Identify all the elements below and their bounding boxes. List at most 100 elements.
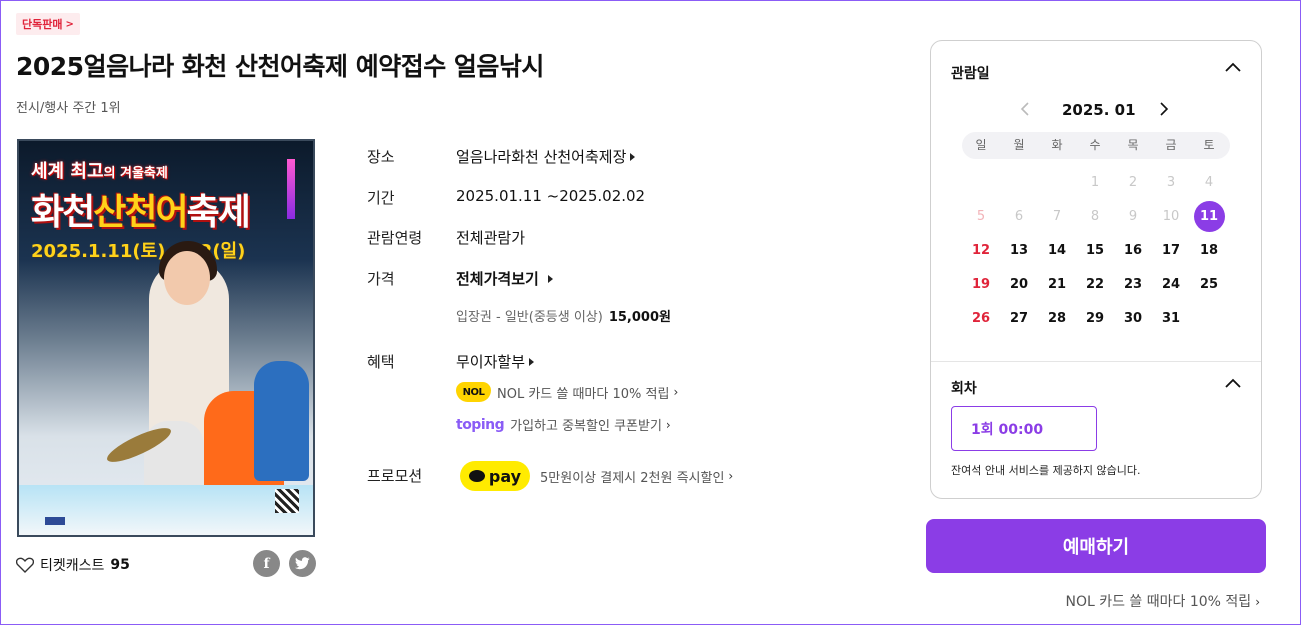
- weekday-header: 일 월 화 수 목 금 토: [962, 132, 1230, 159]
- calendar-day-label: 16: [1123, 242, 1143, 258]
- calendar-week-row: 1 2 3 4: [962, 165, 1230, 199]
- chevron-right-icon: [1160, 102, 1169, 116]
- calendar-day-22[interactable]: 22: [1076, 267, 1114, 301]
- poster-qr-code: [275, 489, 299, 513]
- nol-footer-text: NOL 카드 쓸 때마다 10% 적립: [1065, 594, 1252, 610]
- weekday-wed: 수: [1089, 138, 1101, 152]
- calendar-empty-cell: [1190, 301, 1228, 335]
- toping-logo-icon: toping: [456, 416, 505, 433]
- poster-logo: [45, 517, 65, 525]
- age-value: 전체관람가: [456, 229, 526, 247]
- nol-card-footer-link[interactable]: NOL 카드 쓸 때마다 10% 적립 ›: [1065, 591, 1260, 611]
- calendar-day-12[interactable]: 12: [962, 233, 1000, 267]
- period-value: 2025.01.11 ~2025.02.02: [456, 187, 646, 205]
- calendar-day-label: 4: [1204, 174, 1214, 190]
- kakaopay-promotion[interactable]: pay 5만원이상 결제시 2천원 즉시할인 ›: [460, 461, 733, 491]
- poster-ice: [19, 485, 313, 535]
- nol-logo-icon: NOL: [456, 382, 491, 402]
- calendar-day-4: 4: [1190, 165, 1228, 199]
- price-item: 입장권 - 일반(중등생 이상) 15,000원: [456, 306, 671, 325]
- section-divider: [931, 361, 1261, 362]
- price-label: 가격: [367, 270, 395, 288]
- collapse-date-button[interactable]: [1224, 61, 1242, 77]
- calendar-day-label: 1: [1090, 174, 1100, 190]
- calendar-day-label: 23: [1123, 276, 1143, 292]
- calendar-day-3: 3: [1152, 165, 1190, 199]
- calendar-day-28[interactable]: 28: [1038, 301, 1076, 335]
- age-label: 관람연령: [367, 229, 423, 247]
- calendar-day-16[interactable]: 16: [1114, 233, 1152, 267]
- price-all-link[interactable]: 전체가격보기: [456, 268, 553, 289]
- calendar-day-label: 7: [1052, 208, 1062, 224]
- like-count: 95: [110, 557, 130, 573]
- calendar-day-17[interactable]: 17: [1152, 233, 1190, 267]
- session-option-1[interactable]: 1회 00:00: [951, 406, 1097, 451]
- triangle-right-icon: [630, 152, 636, 161]
- book-button[interactable]: 예매하기: [926, 519, 1266, 573]
- chevron-left-icon: [1020, 102, 1029, 116]
- promotion-text: 5만원이상 결제시 2천원 즉시할인: [540, 470, 725, 486]
- venue-value: 얼음나라화천 산천어축제장: [456, 148, 627, 166]
- prev-month-button[interactable]: [1019, 101, 1031, 121]
- calendar-week-row: 12 13 14 15 16 17 18: [962, 233, 1230, 267]
- session-section-title: 회차: [951, 381, 977, 397]
- toping-benefit[interactable]: toping 가입하고 중복할인 쿠폰받기 ›: [456, 415, 671, 435]
- heart-icon: [16, 557, 34, 573]
- ranking-subtitle: 전시/행사 주간 1위: [16, 101, 121, 116]
- calendar-day-label: 8: [1090, 208, 1100, 224]
- exclusive-tag[interactable]: 단독판매 >: [16, 13, 80, 35]
- calendar-day-label: 28: [1047, 310, 1067, 326]
- calendar-day-label: 24: [1161, 276, 1181, 292]
- calendar-day-label: 22: [1085, 276, 1105, 292]
- chevron-right-icon: ›: [1255, 595, 1260, 609]
- collapse-session-button[interactable]: [1224, 377, 1242, 393]
- kakaopay-logo-icon: pay: [460, 461, 530, 491]
- facebook-share-icon[interactable]: f: [253, 550, 280, 577]
- calendar-empty-cell: [1038, 165, 1076, 199]
- calendar-day-2: 2: [1114, 165, 1152, 199]
- date-section-title: 관람일: [951, 66, 990, 82]
- calendar-day-11[interactable]: 11: [1190, 199, 1228, 233]
- calendar-day-30[interactable]: 30: [1114, 301, 1152, 335]
- calendar-day-21[interactable]: 21: [1038, 267, 1076, 301]
- installment-link[interactable]: 무이자할부: [456, 351, 535, 372]
- calendar-day-15[interactable]: 15: [1076, 233, 1114, 267]
- calendar-day-20[interactable]: 20: [1000, 267, 1038, 301]
- weekday-mon: 월: [1013, 138, 1025, 152]
- like-button[interactable]: 티켓캐스트 95: [16, 555, 130, 575]
- calendar-day-18[interactable]: 18: [1190, 233, 1228, 267]
- calendar-day-8: 8: [1076, 199, 1114, 233]
- poster-line-2: 화천산천어축제: [31, 192, 251, 233]
- calendar-day-label: 26: [971, 310, 991, 326]
- chevron-right-icon: ›: [665, 417, 671, 432]
- calendar-day-label: 21: [1047, 276, 1067, 292]
- event-poster: 세계 최고의 겨울축제 화천산천어축제 2025.1.11(토)~2.2(일): [17, 139, 315, 537]
- next-month-button[interactable]: [1158, 101, 1170, 121]
- chevron-up-icon: [1225, 62, 1241, 72]
- price-item-label: 입장권 - 일반(중등생 이상): [456, 310, 603, 325]
- weekday-sun: 일: [975, 138, 987, 152]
- calendar-day-label: 30: [1123, 310, 1143, 326]
- calendar-day-label: 19: [971, 276, 991, 292]
- calendar-day-6: 6: [1000, 199, 1038, 233]
- price-all-label: 전체가격보기: [456, 270, 539, 288]
- weekday-fri: 금: [1165, 138, 1177, 152]
- calendar-day-29[interactable]: 29: [1076, 301, 1114, 335]
- calendar-day-23[interactable]: 23: [1114, 267, 1152, 301]
- nol-card-benefit[interactable]: NOL NOL 카드 쓸 때마다 10% 적립 ›: [456, 382, 678, 402]
- twitter-bird-icon: [295, 557, 310, 570]
- calendar-day-13[interactable]: 13: [1000, 233, 1038, 267]
- calendar-day-24[interactable]: 24: [1152, 267, 1190, 301]
- calendar-day-31[interactable]: 31: [1152, 301, 1190, 335]
- venue-link[interactable]: 얼음나라화천 산천어축제장: [456, 146, 636, 167]
- calendar-day-19[interactable]: 19: [962, 267, 1000, 301]
- calendar-day-label: 27: [1009, 310, 1029, 326]
- twitter-share-icon[interactable]: [289, 550, 316, 577]
- calendar-day-25[interactable]: 25: [1190, 267, 1228, 301]
- calendar-day-10: 10: [1152, 199, 1190, 233]
- calendar-day-26[interactable]: 26: [962, 301, 1000, 335]
- calendar-day-27[interactable]: 27: [1000, 301, 1038, 335]
- calendar-day-14[interactable]: 14: [1038, 233, 1076, 267]
- chevron-up-icon: [1225, 378, 1241, 388]
- toping-benefit-text: 가입하고 중복할인 쿠폰받기: [510, 419, 662, 434]
